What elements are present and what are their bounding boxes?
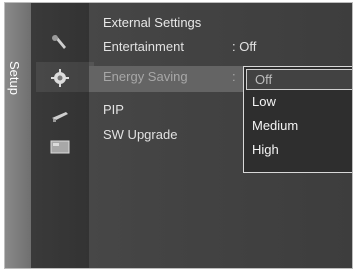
window-icon[interactable] bbox=[48, 137, 72, 157]
satellite-dish-icon[interactable] bbox=[48, 33, 72, 53]
menu-item-label: Energy Saving bbox=[103, 69, 188, 84]
menu-item-label: Entertainment bbox=[103, 39, 184, 54]
gear-icon[interactable] bbox=[36, 62, 94, 92]
menu-item-entertainment[interactable]: Entertainment : Off bbox=[89, 36, 352, 60]
menu-item-value: : bbox=[232, 69, 236, 84]
side-tab-label: Setup bbox=[7, 61, 22, 95]
setup-side-tab[interactable]: Setup bbox=[5, 3, 32, 268]
antenna-icon[interactable] bbox=[48, 106, 72, 126]
dropdown-option-off[interactable]: Off bbox=[246, 69, 352, 90]
menu-header: External Settings bbox=[103, 15, 202, 30]
icon-column bbox=[31, 3, 94, 268]
tv-menu-screen: Setup External Settings Entertainment : … bbox=[4, 2, 353, 269]
menu-item-label: PIP bbox=[103, 102, 124, 117]
dropdown-option-low[interactable]: Low bbox=[244, 90, 352, 114]
energy-saving-dropdown[interactable]: Off Low Medium High bbox=[243, 66, 352, 173]
dropdown-option-high[interactable]: High bbox=[244, 138, 352, 162]
menu-item-label: SW Upgrade bbox=[103, 127, 178, 142]
menu-item-value: : Off bbox=[232, 39, 257, 54]
dropdown-option-medium[interactable]: Medium bbox=[244, 114, 352, 138]
